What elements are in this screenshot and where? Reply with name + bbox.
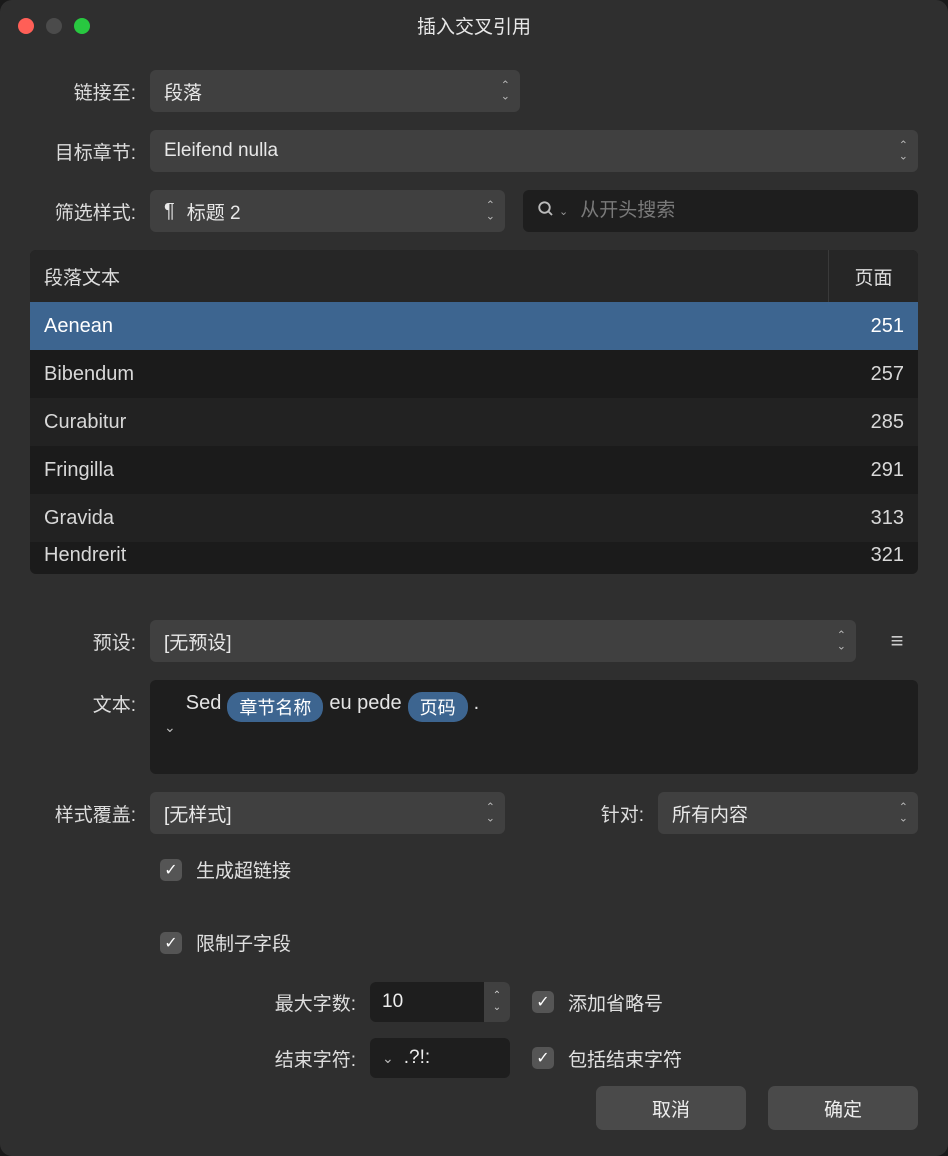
titlebar: 插入交叉引用 <box>0 0 948 50</box>
table-row[interactable]: Hendrerit 321 <box>30 542 918 572</box>
link-to-value: 段落 <box>164 78 202 105</box>
check-icon: ✓ <box>164 860 177 880</box>
limit-sub-checkbox[interactable]: ✓ <box>160 932 182 954</box>
table-row[interactable]: Aenean 251 <box>30 302 918 350</box>
chapter-name-pill[interactable]: 章节名称 <box>227 692 323 722</box>
window-title: 插入交叉引用 <box>0 12 948 39</box>
search-icon <box>537 200 555 223</box>
end-chars-value: .?!: <box>404 1047 430 1069</box>
col-page-header[interactable]: 页面 <box>828 250 918 302</box>
search-input[interactable] <box>580 200 904 222</box>
cell-page: 313 <box>828 507 918 530</box>
cell-text: Fringilla <box>30 459 828 482</box>
style-override-value: [无样式] <box>164 800 232 827</box>
end-chars-label: 结束字符: <box>30 1045 370 1072</box>
limit-sub-label: 限制子字段 <box>196 929 291 956</box>
hamburger-icon: ≡ <box>891 628 904 654</box>
cell-text: Curabitur <box>30 411 828 434</box>
end-chars-input[interactable]: ⌄ .?!: <box>370 1038 510 1078</box>
target-chapter-select[interactable]: Eleifend nulla ⌃⌄ <box>150 130 918 172</box>
table-row[interactable]: Gravida 313 <box>30 494 918 542</box>
cancel-button[interactable]: 取消 <box>596 1086 746 1130</box>
chevron-down-icon: ⌄ <box>382 1050 394 1067</box>
chevron-down-icon: ⌄ <box>164 719 176 736</box>
include-end-checkbox[interactable]: ✓ <box>532 1047 554 1069</box>
link-to-label: 链接至: <box>30 78 150 105</box>
window-controls <box>18 18 90 34</box>
max-chars-input[interactable]: 10 ⌃⌄ <box>370 982 510 1022</box>
search-box[interactable]: ⌄ <box>523 190 918 232</box>
results-table: 段落文本 页面 Aenean 251 Bibendum 257 Curabitu… <box>30 250 918 574</box>
cell-text: Gravida <box>30 507 828 530</box>
ok-button[interactable]: 确定 <box>768 1086 918 1130</box>
hyperlink-label: 生成超链接 <box>196 856 291 883</box>
cell-page: 251 <box>828 315 918 338</box>
stepper-icon: ⌃⌄ <box>486 201 495 222</box>
stepper-icon: ⌃⌄ <box>501 81 510 102</box>
preset-select[interactable]: [无预设] ⌃⌄ <box>150 620 856 662</box>
table-row[interactable]: Fringilla 291 <box>30 446 918 494</box>
text-token: . <box>474 692 480 715</box>
ellipsis-label: 添加省略号 <box>568 989 663 1016</box>
table-body: Aenean 251 Bibendum 257 Curabitur 285 Fr… <box>30 302 918 574</box>
number-stepper[interactable]: ⌃⌄ <box>484 982 510 1022</box>
filter-style-select[interactable]: ¶ 标题 2 ⌃⌄ <box>150 190 505 232</box>
link-to-select[interactable]: 段落 ⌃⌄ <box>150 70 520 112</box>
stepper-icon: ⌃⌄ <box>486 803 495 824</box>
ellipsis-checkbox[interactable]: ✓ <box>532 991 554 1013</box>
preset-value: [无预设] <box>164 628 232 655</box>
stepper-icon: ⌃⌄ <box>899 803 908 824</box>
close-icon[interactable] <box>18 18 34 34</box>
cell-text: Bibendum <box>30 363 828 386</box>
for-label: 针对: <box>601 800 658 827</box>
footer-buttons: 取消 确定 <box>596 1086 918 1130</box>
for-select[interactable]: 所有内容 ⌃⌄ <box>658 792 918 834</box>
stepper-icon: ⌃⌄ <box>899 141 908 162</box>
preset-menu-button[interactable]: ≡ <box>876 620 918 662</box>
stepper-icon: ⌃⌄ <box>837 631 846 652</box>
chevron-down-icon: ⌄ <box>559 205 568 218</box>
target-chapter-label: 目标章节: <box>30 138 150 165</box>
cell-text: Aenean <box>30 315 828 338</box>
filter-style-label: 筛选样式: <box>30 198 150 225</box>
text-label: 文本: <box>30 680 150 717</box>
max-chars-value: 10 <box>382 991 403 1013</box>
style-override-select[interactable]: [无样式] ⌃⌄ <box>150 792 505 834</box>
text-token: Sed <box>186 692 222 715</box>
cell-page: 291 <box>828 459 918 482</box>
content-area: 链接至: 段落 ⌃⌄ 目标章节: Eleifend nulla ⌃⌄ 筛选样式:… <box>0 50 948 1078</box>
page-number-pill[interactable]: 页码 <box>408 692 468 722</box>
minimize-icon[interactable] <box>46 18 62 34</box>
include-end-label: 包括结束字符 <box>568 1045 682 1072</box>
table-row[interactable]: Bibendum 257 <box>30 350 918 398</box>
cell-page: 257 <box>828 363 918 386</box>
check-icon: ✓ <box>164 933 177 953</box>
cell-page: 285 <box>828 411 918 434</box>
preset-label: 预设: <box>30 628 150 655</box>
style-override-label: 样式覆盖: <box>30 800 150 827</box>
check-icon: ✓ <box>536 992 549 1012</box>
for-value: 所有内容 <box>672 800 748 827</box>
text-format-field[interactable]: ⌄ Sed 章节名称 eu pede 页码 . <box>150 680 918 774</box>
hyperlink-checkbox[interactable]: ✓ <box>160 859 182 881</box>
pilcrow-icon: ¶ <box>164 200 175 223</box>
cell-text: Hendrerit <box>30 544 828 567</box>
col-text-header[interactable]: 段落文本 <box>30 263 828 290</box>
text-token: eu pede <box>329 692 401 715</box>
zoom-icon[interactable] <box>74 18 90 34</box>
cell-page: 321 <box>828 544 918 567</box>
lower-section: 预设: [无预设] ⌃⌄ ≡ 文本: ⌄ Sed 章节名称 eu pede 页码… <box>30 574 918 1078</box>
check-icon: ✓ <box>536 1048 549 1068</box>
max-chars-label: 最大字数: <box>30 989 370 1016</box>
filter-style-value: 标题 2 <box>187 198 241 225</box>
target-chapter-value: Eleifend nulla <box>164 140 278 162</box>
table-header: 段落文本 页面 <box>30 250 918 302</box>
dialog-window: 插入交叉引用 链接至: 段落 ⌃⌄ 目标章节: Eleifend nulla ⌃… <box>0 0 948 1156</box>
table-row[interactable]: Curabitur 285 <box>30 398 918 446</box>
